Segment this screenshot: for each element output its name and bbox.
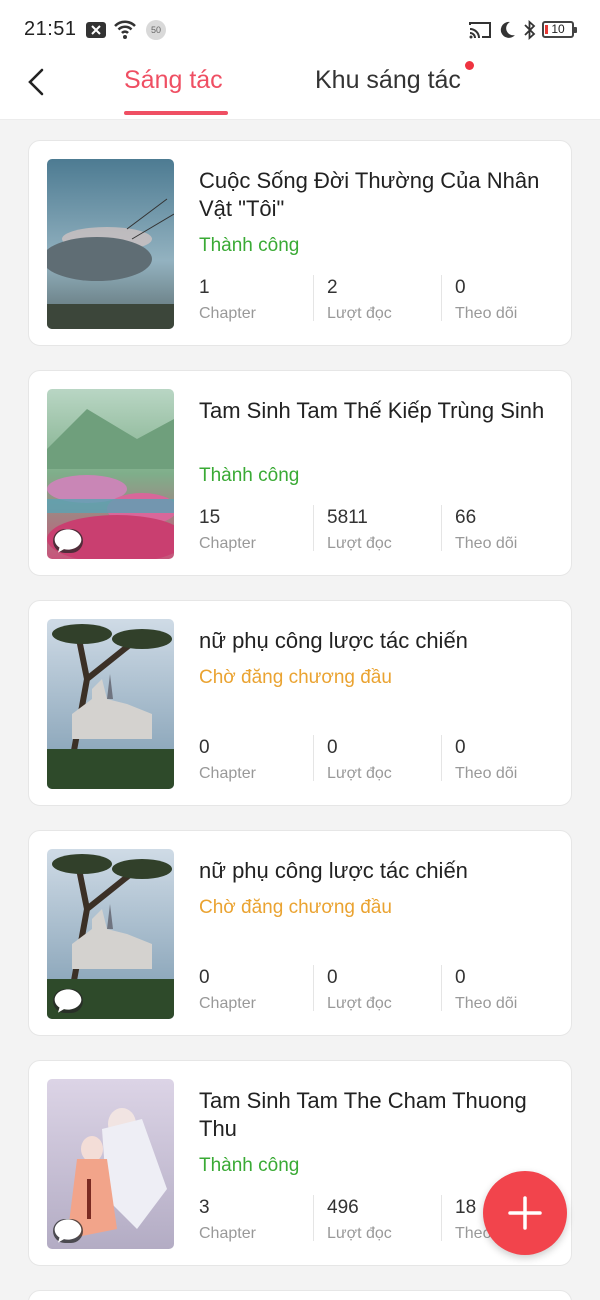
story-status: Thành công [199,235,300,256]
story-status: Thành công [199,465,300,486]
moon-icon [497,20,517,45]
story-title: nữ phụ công lược tác chiến [199,858,468,883]
cast-icon [468,20,492,45]
comment-icon [53,1219,83,1243]
stat-reads: 496 Lượt đọc [313,1195,439,1255]
story-card[interactable]: nữ phụ công lược tác chiến Chờ đăng chươ… [28,830,572,1036]
comment-icon [53,989,83,1013]
chapter-count: 0 [199,967,210,988]
reads-count: 496 [327,1197,359,1218]
plus-icon [508,1196,542,1230]
stat-divider [441,735,442,781]
reads-label: Lượt đọc [327,305,392,322]
follows-count: 0 [455,277,466,298]
stat-divider [441,275,442,321]
stat-reads: 2 Lượt đọc [313,275,439,335]
story-cover-image [47,1079,174,1249]
add-story-button[interactable] [483,1171,567,1255]
active-tab-indicator [124,111,228,115]
stat-chapter: 3 Chapter [199,1195,325,1255]
reads-label: Lượt đọc [327,995,392,1012]
chapter-count: 1 [199,277,210,298]
chevron-left-icon [28,68,44,96]
stat-follows: 0 Theo dõi [441,965,567,1025]
stat-divider [313,1195,314,1241]
stat-divider [441,1195,442,1241]
stat-divider [441,505,442,551]
story-title: Tam Sinh Tam The Cham Thuong Thu [199,1088,527,1141]
story-cover-image [47,849,174,1019]
story-status: Chờ đăng chương đầu [199,897,392,918]
stat-chapter: 0 Chapter [199,965,325,1025]
stat-divider [313,275,314,321]
story-title: Cuộc Sống Đời Thường Của Nhân Vật "Tôi" [199,168,540,221]
stat-reads: 0 Lượt đọc [313,965,439,1025]
story-status: Chờ đăng chương đầu [199,667,392,688]
stat-chapter: 0 Chapter [199,735,325,795]
story-title: nữ phụ công lược tác chiến [199,628,468,653]
story-status: Thành công [199,1155,300,1176]
chapter-label: Chapter [199,765,256,782]
wifi-icon [113,18,137,45]
story-card[interactable]: nữ phụ công lược tác chiến Chờ đăng chươ… [28,600,572,806]
top-bar: 21:51 50 10 Sáng tác Khu sáng tác [0,0,600,120]
reads-count: 0 [327,737,338,758]
reads-label: Lượt đọc [327,1225,392,1242]
reads-count: 0 [327,967,338,988]
follows-label: Theo dõi [455,305,518,322]
tab-khu-sang-tac[interactable]: Khu sáng tác [315,66,461,95]
status-time: 21:51 [24,18,77,40]
stat-divider [441,965,442,1011]
story-card[interactable]: Cuộc Sống Đời Thường Của Nhân Vật "Tôi" … [28,140,572,346]
reads-count: 5811 [327,507,368,528]
notification-dot [465,61,474,70]
chapter-count: 0 [199,737,210,758]
back-button[interactable] [20,64,56,100]
chapter-label: Chapter [199,1225,256,1242]
follows-count: 18 [455,1197,477,1218]
story-title: Tam Sinh Tam Thế Kiếp Trùng Sinh [199,398,545,423]
story-cover-image [47,389,174,559]
follows-label: Theo dõi [455,995,518,1012]
follows-count: 66 [455,507,477,528]
stat-divider [313,505,314,551]
tab-sang-tac[interactable]: Sáng tác [124,66,223,95]
stat-follows: 0 Theo dõi [441,275,567,335]
chapter-label: Chapter [199,995,256,1012]
notification-count-badge: 50 [146,20,166,40]
follows-label: Theo dõi [455,535,518,552]
stat-follows: 0 Theo dõi [441,735,567,795]
chapter-label: Chapter [199,535,256,552]
story-card[interactable]: Tam Sinh Tam Thế Kiếp Trùng Sinh Thành c… [28,370,572,576]
follows-count: 0 [455,967,466,988]
comment-icon [53,529,83,553]
stat-chapter: 15 Chapter [199,505,325,565]
chapter-count: 3 [199,1197,210,1218]
stat-reads: 0 Lượt đọc [313,735,439,795]
close-box-icon [85,20,107,45]
bluetooth-icon [523,19,537,45]
stat-divider [313,735,314,781]
stat-follows: 66 Theo dõi [441,505,567,565]
story-cover-image [47,619,174,789]
reads-count: 2 [327,277,338,298]
chapter-count: 15 [199,507,221,528]
stat-chapter: 1 Chapter [199,275,325,335]
reads-label: Lượt đọc [327,535,392,552]
stat-reads: 5811 Lượt đọc [313,505,439,565]
battery-icon: 10 [542,21,577,38]
story-card[interactable] [28,1290,572,1300]
follows-count: 0 [455,737,466,758]
reads-label: Lượt đọc [327,765,392,782]
status-bar: 21:51 50 10 [0,0,600,60]
story-cover-image [47,159,174,329]
story-list: Cuộc Sống Đời Thường Của Nhân Vật "Tôi" … [28,140,572,1300]
stat-divider [313,965,314,1011]
chapter-label: Chapter [199,305,256,322]
follows-label: Theo dõi [455,765,518,782]
